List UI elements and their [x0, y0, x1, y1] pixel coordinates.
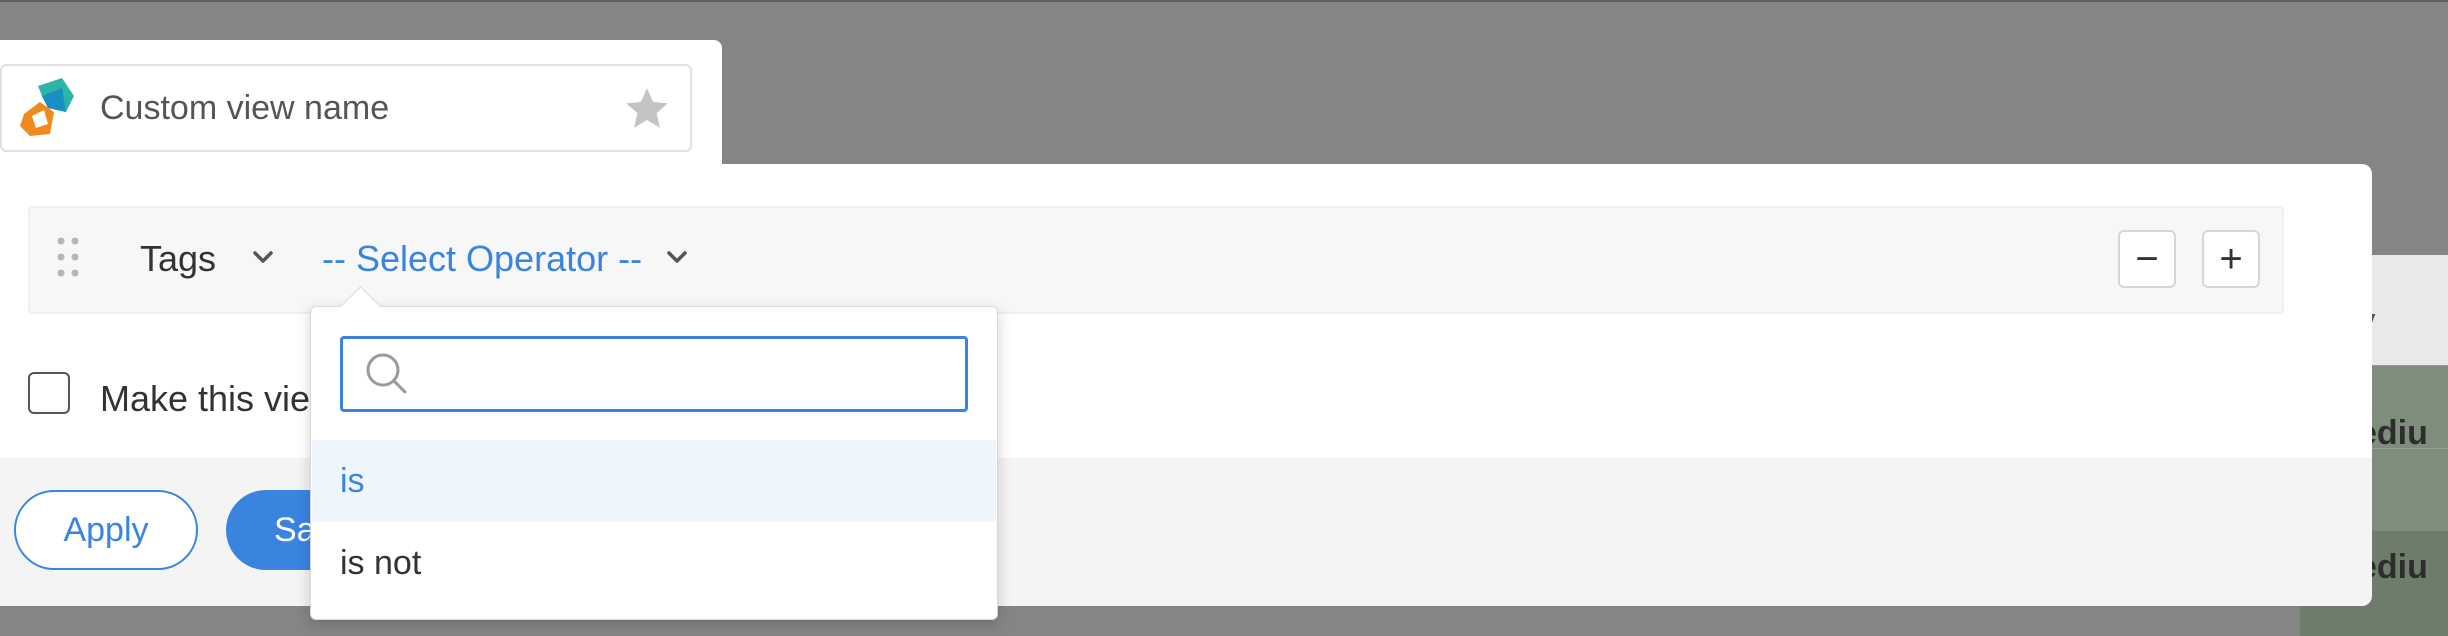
- view-name-placeholder: Custom view name: [100, 89, 390, 127]
- add-criteria-button[interactable]: +: [2202, 230, 2260, 288]
- app-logo-icon: [20, 78, 74, 136]
- field-select[interactable]: Tags: [140, 238, 216, 280]
- make-view-checkbox[interactable]: [28, 372, 70, 414]
- search-icon: [366, 353, 407, 394]
- dropdown-option-is[interactable]: is: [312, 440, 996, 522]
- favorite-star-icon[interactable]: [622, 84, 672, 134]
- dropdown-search-input[interactable]: [340, 336, 968, 412]
- apply-button[interactable]: Apply: [14, 490, 198, 570]
- chevron-down-icon[interactable]: [252, 250, 274, 264]
- operator-select[interactable]: -- Select Operator --: [322, 238, 642, 280]
- drag-handle-icon[interactable]: [56, 236, 80, 278]
- window-top-edge: [0, 0, 2448, 2]
- chevron-down-icon[interactable]: [666, 250, 688, 264]
- make-view-checkbox-label: Make this vie: [100, 378, 311, 419]
- remove-criteria-button[interactable]: −: [2118, 230, 2176, 288]
- dropdown-option-is-not[interactable]: is not: [312, 522, 996, 604]
